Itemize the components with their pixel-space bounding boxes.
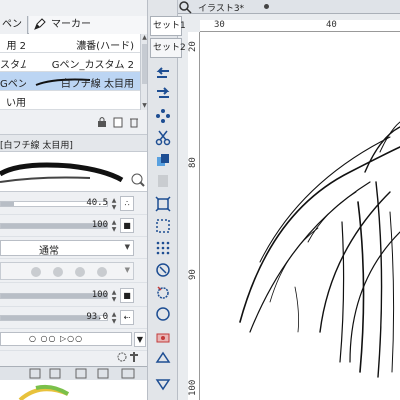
ruler-left-label: 80 xyxy=(188,157,198,168)
color-wheel-arc xyxy=(18,384,70,400)
subtool-tabs: ペン マーカー xyxy=(0,16,147,34)
brush-density-spinner[interactable]: ▲ ▼ xyxy=(110,289,118,303)
blend-mode-value: 通常 xyxy=(39,246,59,257)
opacity-spinner[interactable]: ▲ ▼ xyxy=(110,219,118,233)
size-dynamics-button[interactable]: ∴ xyxy=(120,196,134,211)
tool-property-header: [白フチ線 太目用] xyxy=(0,134,147,152)
brush-density-value[interactable]: 100 xyxy=(82,290,108,300)
blend-mode-row: 通常 ▼ xyxy=(0,237,147,259)
list-item-left: スタム xyxy=(0,60,26,71)
list-item-left: い用 xyxy=(6,98,26,109)
brush-density-row: 100 ▲ ▼ ■ xyxy=(0,285,147,307)
subtool-list-tools xyxy=(0,112,147,132)
sparkle-icon[interactable] xyxy=(155,108,171,124)
blend-mode-select[interactable]: 通常 ▼ xyxy=(0,240,134,257)
scroll-down-icon[interactable]: ▼ xyxy=(141,102,147,110)
list-item-left: 用 2 xyxy=(6,41,26,52)
set2-button[interactable]: セット2 xyxy=(150,38,186,58)
stabilization-speed-button[interactable]: ⇠ xyxy=(120,310,134,325)
scroll-up-icon[interactable]: ▲ xyxy=(141,34,147,42)
line-art-drawing xyxy=(239,121,400,378)
brush-preview-stroke xyxy=(0,162,145,187)
expand-selection-icon[interactable] xyxy=(155,284,171,300)
command-bar: セット1 セット2 xyxy=(148,0,186,400)
search-icon[interactable] xyxy=(178,0,192,14)
triangle-up-icon[interactable] xyxy=(155,350,171,366)
grid-dots-icon[interactable] xyxy=(155,240,171,256)
ruler-left-label: 90 xyxy=(188,269,198,280)
brush-size-row: 40.5 ▲ ▼ ∴ xyxy=(0,193,147,215)
anti-alias-strong[interactable] xyxy=(97,267,107,277)
unsaved-dot-icon xyxy=(264,4,269,9)
brush-list: 用 2 濃番(ハード) スタム Gペン_カスタム 2 Gペン 白フチ線 太目用 … xyxy=(0,34,140,110)
paste-icon[interactable] xyxy=(155,172,171,188)
anti-alias-row: ▼ xyxy=(0,259,147,283)
brush-tip-row: ○ ○○ ▷○○ ▼ xyxy=(0,329,147,351)
cut-icon[interactable] xyxy=(155,130,171,146)
anti-alias-medium[interactable] xyxy=(75,267,85,277)
anti-alias-weak[interactable] xyxy=(53,267,63,277)
canvas-tab[interactable]: イラスト3* xyxy=(178,0,400,14)
ruler-top: 30 40 xyxy=(200,20,400,32)
redo-icon[interactable] xyxy=(155,86,171,102)
trash-icon[interactable] xyxy=(128,116,140,128)
stabilization-value[interactable]: 93.0 xyxy=(82,312,108,322)
triangle-down-icon[interactable] xyxy=(155,376,171,392)
marker-icon xyxy=(34,18,46,30)
color-palette-tabs[interactable] xyxy=(0,366,147,380)
list-item[interactable]: スタム Gペン_カスタム 2 xyxy=(0,53,140,72)
list-item-label: Gペン_カスタム 2 xyxy=(51,60,134,71)
undo-icon[interactable] xyxy=(155,66,171,82)
list-item-label: 白フチ線 太目用 xyxy=(60,79,134,90)
anti-alias-selector[interactable]: ▼ xyxy=(0,262,134,280)
brush-size-value[interactable]: 40.5 xyxy=(82,198,108,208)
chevron-down-icon: ▼ xyxy=(124,266,130,274)
ruler-top-label: 30 xyxy=(214,20,225,30)
drawing-canvas[interactable] xyxy=(200,32,400,400)
list-item-label: 濃番(ハード) xyxy=(76,41,134,52)
transform-icon[interactable] xyxy=(155,196,171,212)
subtool-name: [白フチ線 太目用] xyxy=(0,141,73,151)
shrink-selection-icon[interactable] xyxy=(155,306,171,322)
tab-marker-label: マーカー xyxy=(51,19,91,30)
set1-button[interactable]: セット1 xyxy=(150,16,186,36)
record-icon[interactable] xyxy=(155,330,171,346)
list-item[interactable]: い用 xyxy=(0,91,140,110)
color-tab-icons xyxy=(29,368,135,379)
ruler-left-label: 20 xyxy=(188,41,198,52)
brush-preview xyxy=(0,152,147,192)
tool-settings-icons xyxy=(117,352,138,362)
list-item[interactable]: 用 2 濃番(ハード) xyxy=(0,34,140,53)
stabilization-row: 93.0 ▲ ▼ ⇠ xyxy=(0,307,147,329)
brush-list-scrollbar[interactable]: ▲ ▼ xyxy=(140,34,147,110)
brush-tip-shapes: ○ ○○ ▷○○ xyxy=(29,334,84,343)
list-item-left: Gペン xyxy=(0,79,26,90)
brush-size-spinner[interactable]: ▲ ▼ xyxy=(110,197,118,211)
opacity-row: 100 ▲ ▼ ■ xyxy=(0,215,147,237)
list-item-selected[interactable]: Gペン 白フチ線 太目用 xyxy=(0,72,140,91)
tab-pen[interactable]: ペン xyxy=(0,16,28,34)
density-dynamics-button[interactable]: ■ xyxy=(120,288,134,303)
tab-marker[interactable]: マーカー xyxy=(29,16,147,34)
copy-icon[interactable] xyxy=(155,152,171,168)
ruler-left-label: 100 xyxy=(188,379,198,396)
brush-tip-menu-button[interactable]: ▼ xyxy=(134,332,146,347)
invert-selection-icon[interactable] xyxy=(155,262,171,278)
color-wheel[interactable] xyxy=(0,380,147,400)
brush-tip-selector[interactable]: ○ ○○ ▷○○ xyxy=(0,332,132,346)
scroll-thumb[interactable] xyxy=(142,44,147,84)
stabilization-spinner[interactable]: ▲ ▼ xyxy=(110,311,118,325)
canvas-tab-name: イラスト3* xyxy=(198,4,245,14)
subtool-palette: ペン マーカー 用 2 濃番(ハード) スタム Gペン_カスタム 2 Gペン 白… xyxy=(0,0,148,400)
ruler-left: 20 80 90 100 xyxy=(188,32,200,400)
lock-icon[interactable] xyxy=(96,116,108,128)
opacity-dynamics-button[interactable]: ■ xyxy=(120,218,134,233)
opacity-value[interactable]: 100 xyxy=(82,220,108,230)
copy-icon[interactable] xyxy=(112,116,124,128)
ruler-top-label: 40 xyxy=(326,20,337,30)
anti-alias-none[interactable] xyxy=(31,267,41,277)
chevron-down-icon: ▼ xyxy=(124,243,130,251)
select-all-icon[interactable] xyxy=(155,218,171,234)
